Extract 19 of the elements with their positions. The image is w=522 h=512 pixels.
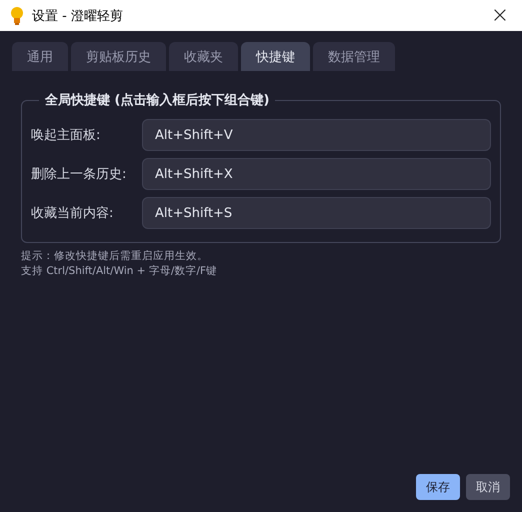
field-label: 删除上一条历史: (31, 166, 128, 183)
save-button[interactable]: 保存 (416, 474, 460, 500)
shortcut-field[interactable]: Alt+Shift+V (142, 119, 491, 151)
tab[interactable]: 收藏夹 (169, 42, 238, 71)
window-title: 设置 - 澄曜轻剪 (32, 8, 123, 24)
field-label: 收藏当前内容: (31, 205, 114, 222)
tab[interactable]: 通用 (12, 42, 68, 71)
shortcut-field[interactable]: Alt+Shift+X (142, 158, 491, 190)
close-button[interactable]: × (478, 0, 522, 31)
hint-text: 支持 Ctrl/Shift/Alt/Win + 字母/数字/F键 (21, 264, 218, 279)
group-title: 全局快捷键 (点击输入框后按下组合键) (44, 92, 270, 109)
shortcut-field[interactable]: Alt+Shift+S (142, 197, 491, 229)
tab[interactable]: 快捷键 (241, 42, 310, 71)
tab[interactable]: 剪贴板历史 (71, 42, 166, 71)
field-label: 唤起主面板: (31, 127, 102, 144)
lightbulb-icon (10, 6, 24, 26)
cancel-button[interactable]: 取消 (466, 474, 510, 500)
hint-text: 提示：修改快捷键后需重启应用生效。 (21, 249, 209, 264)
tab[interactable]: 数据管理 (313, 42, 395, 71)
